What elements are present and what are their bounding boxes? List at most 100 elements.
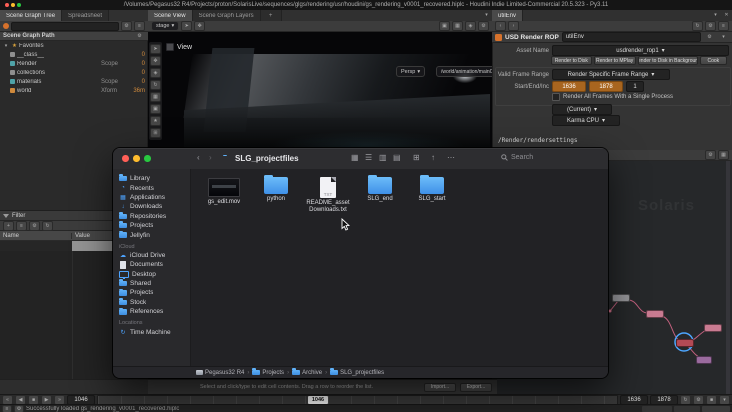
- finder-window[interactable]: ‹ › SLG_projectfiles ▦ ☰ ▥ ▤ ⊞ ↑ ⋯ Searc…: [113, 148, 608, 378]
- file-slg-end[interactable]: SLG_end: [357, 174, 403, 203]
- sidebar-item-shared[interactable]: Shared: [113, 279, 190, 288]
- file-python[interactable]: python: [253, 174, 299, 203]
- play-icon[interactable]: ▶: [41, 394, 52, 405]
- status-gear-icon[interactable]: ⚙: [14, 404, 24, 412]
- sidebar-item-jellyfin[interactable]: Jellyfin: [113, 230, 190, 239]
- start-frame-field[interactable]: 1636: [552, 81, 586, 92]
- finder-close-icon[interactable]: [122, 155, 129, 162]
- finder-minimize-icon[interactable]: [133, 155, 140, 162]
- tree-row-render[interactable]: Render Scope 0: [0, 59, 147, 68]
- rop-menu-icon[interactable]: ▾: [718, 32, 729, 42]
- loop-mode-icon[interactable]: ↻: [680, 394, 691, 405]
- file-readme-txt[interactable]: TXT README_assetDownloads.txt: [305, 177, 351, 214]
- column-view-icon[interactable]: ▥: [379, 154, 387, 162]
- playbar-menu-icon[interactable]: ▾: [719, 394, 730, 405]
- filter-gear-icon[interactable]: ⚙: [29, 220, 40, 231]
- network-node[interactable]: [612, 294, 630, 302]
- network-grid-icon[interactable]: ▦: [718, 150, 729, 160]
- share-icon[interactable]: ↑: [431, 154, 435, 162]
- tab-utilenv[interactable]: utilEnv: [492, 10, 524, 21]
- grid-toggle-icon[interactable]: ▦: [452, 21, 463, 31]
- forward-nav-icon[interactable]: ›: [508, 21, 519, 31]
- stop-icon[interactable]: ■: [28, 394, 39, 405]
- message-log-icon[interactable]: ≡: [2, 404, 12, 412]
- tree-row-collections[interactable]: collections 0: [0, 68, 147, 77]
- network-node[interactable]: [646, 310, 664, 318]
- icon-view-icon[interactable]: ▦: [351, 154, 359, 162]
- translate-tool-icon[interactable]: ◈: [150, 68, 161, 78]
- param-gear-icon[interactable]: ⚙: [705, 21, 716, 31]
- path-item-current-folder[interactable]: SLG_projectfiles: [330, 368, 384, 376]
- param-menu-icon[interactable]: ≡: [718, 21, 729, 31]
- file-slg-start[interactable]: SLG_start: [409, 174, 455, 203]
- sidebar-item-time-machine[interactable]: ↻ Time Machine: [113, 327, 190, 336]
- finder-zoom-icon[interactable]: [144, 155, 151, 162]
- tree-row-class[interactable]: __class__ 0: [0, 50, 147, 59]
- sidebar-item-icloud-drive[interactable]: ☁ iCloud Drive: [113, 251, 190, 260]
- tree-collapse-icon[interactable]: ≡: [134, 21, 145, 31]
- lights-tool-icon[interactable]: ★: [150, 116, 161, 126]
- minimize-window-icon[interactable]: [11, 3, 15, 7]
- keyframe-icon[interactable]: ■: [706, 394, 717, 405]
- rendersettings-path[interactable]: /Render/rendersettings: [498, 137, 726, 144]
- tab-scene-graph-layers[interactable]: Scene Graph Layers: [192, 10, 261, 21]
- zoom-window-icon[interactable]: [17, 3, 21, 7]
- camera-icon[interactable]: ▣: [439, 21, 450, 31]
- disclosure-icon[interactable]: ▾: [2, 41, 10, 51]
- path-item-projects[interactable]: Projects: [252, 368, 284, 376]
- filter-menu-icon[interactable]: ≡: [16, 220, 27, 231]
- handles-tool-icon[interactable]: ✥: [150, 56, 161, 66]
- header-gear-icon[interactable]: ⚙: [134, 31, 145, 41]
- export-button[interactable]: Export...: [460, 382, 492, 392]
- search-field[interactable]: Search: [501, 154, 533, 161]
- scene-graph-filter-input[interactable]: [11, 21, 119, 31]
- tree-row-world[interactable]: world Xform 36m: [0, 86, 147, 95]
- pane-menu-icon[interactable]: ▾: [481, 10, 492, 20]
- pane-menu-icon[interactable]: ▾: [710, 10, 721, 20]
- view-tool-icon[interactable]: ➤: [150, 44, 161, 54]
- rotate-tool-icon[interactable]: ↻: [150, 80, 161, 90]
- end-frame-field[interactable]: 1878: [589, 81, 623, 92]
- sidebar-item-recents[interactable]: ◔ Recents: [113, 183, 190, 192]
- tab-spreadsheet[interactable]: Spreadsheet: [62, 10, 110, 21]
- tab-scene-graph-tree[interactable]: Scene Graph Tree: [0, 10, 63, 21]
- sidebar-item-library[interactable]: Library: [113, 174, 190, 183]
- render-to-mplay-button[interactable]: Render to MPlay: [593, 56, 636, 65]
- single-process-checkbox[interactable]: [552, 93, 560, 101]
- timeline-track[interactable]: 1046: [97, 394, 618, 405]
- more-actions-icon[interactable]: ⋯: [447, 154, 455, 162]
- sidebar-item-projects[interactable]: Projects: [113, 221, 190, 230]
- filter-add-icon[interactable]: +: [3, 220, 14, 231]
- file-gs-edit-mov[interactable]: gs_edit.mov: [201, 177, 247, 206]
- network-scrollbar[interactable]: [726, 161, 730, 394]
- go-to-start-icon[interactable]: «: [2, 394, 13, 405]
- path-item-archive[interactable]: Archive: [292, 368, 322, 376]
- range-end-field[interactable]: 1878: [650, 394, 678, 405]
- update-mode-toggle[interactable]: [702, 405, 730, 412]
- select-tool-icon[interactable]: ➤: [181, 21, 193, 31]
- camera-tool-icon[interactable]: ▣: [150, 104, 161, 114]
- snap-icon[interactable]: ◈: [465, 21, 476, 31]
- add-tab-button[interactable]: +: [260, 10, 282, 21]
- renderer-dropdown[interactable]: Karma CPU ▾: [552, 115, 620, 126]
- network-node[interactable]: [696, 356, 712, 364]
- view-label-group[interactable]: View: [166, 43, 192, 51]
- sidebar-item-applications[interactable]: ▦ Applications: [113, 193, 190, 202]
- close-window-icon[interactable]: [5, 3, 9, 7]
- network-node-selected[interactable]: [676, 339, 694, 347]
- tree-row-favorites[interactable]: ▾ ★ Favorites: [0, 41, 147, 50]
- increment-field[interactable]: 1: [626, 81, 644, 92]
- finder-content[interactable]: gs_edit.mov python TXT README_assetDownl…: [191, 169, 608, 366]
- go-to-end-icon[interactable]: »: [54, 394, 65, 405]
- sidebar-item-references[interactable]: References: [113, 307, 190, 316]
- cook-button[interactable]: Cook: [699, 56, 727, 65]
- playhead-marker[interactable]: 1046: [308, 395, 328, 404]
- projection-selector[interactable]: Persp ▾: [396, 66, 426, 77]
- import-button[interactable]: Import...: [424, 382, 456, 392]
- playback-options-icon[interactable]: ⚙: [693, 394, 704, 405]
- network-gear-icon[interactable]: ⚙: [705, 150, 716, 160]
- sidebar-item-repositories[interactable]: Repositories: [113, 212, 190, 221]
- group-by-icon[interactable]: ⊞: [413, 154, 420, 162]
- camera-selector[interactable]: /world/animation/mainCam: [436, 66, 492, 77]
- node-name-field[interactable]: utilEnv: [561, 32, 701, 42]
